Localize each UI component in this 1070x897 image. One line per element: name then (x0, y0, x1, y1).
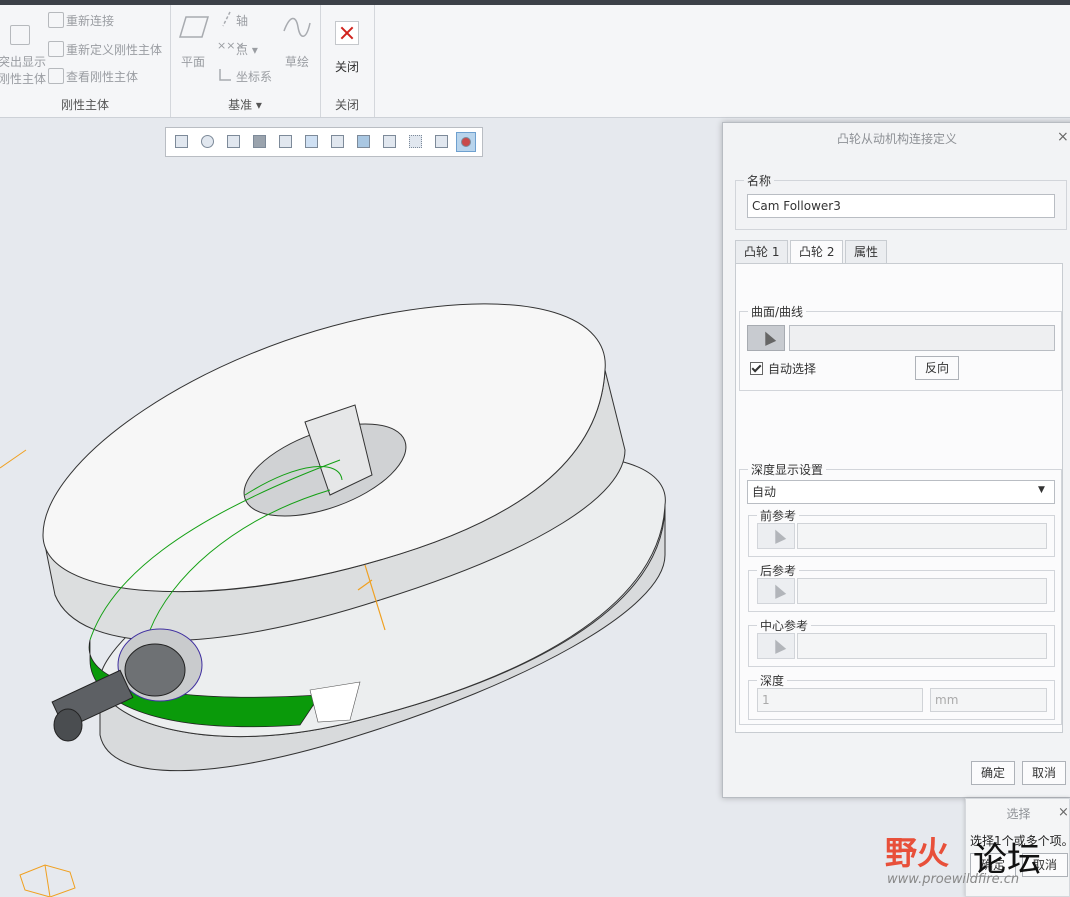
depth-mode-select[interactable]: 自动 (747, 480, 1055, 504)
auto-select-label: 自动选择 (768, 362, 817, 376)
graphics-toolbar (165, 127, 483, 157)
surface-label: 曲面/曲线 (751, 305, 804, 319)
dialog-title: 凸轮从动机构连接定义 (836, 132, 957, 146)
depth-mode-value: 自动 (752, 485, 777, 499)
reconnect-icon (48, 12, 64, 28)
zoom-out-icon[interactable] (198, 132, 216, 150)
chevron-down-icon[interactable]: ▼ (1038, 485, 1045, 495)
highlight-body-label-1[interactable]: 突出显示 (0, 53, 46, 70)
center-ref-select-button (757, 633, 795, 659)
connection-display-icon[interactable] (456, 132, 476, 152)
sketch-icon (283, 17, 311, 37)
orient-icon[interactable] (250, 132, 268, 150)
cam-follower-dialog: 凸轮从动机构连接定义 × 名称 Cam Follower3 凸轮 1 凸轮 2 … (722, 122, 1070, 798)
name-label: 名称 (747, 174, 772, 188)
point-button[interactable]: 点 ▾ (236, 41, 258, 58)
ok-button[interactable]: 确定 (971, 761, 1015, 785)
csys-display-icon[interactable] (432, 132, 450, 150)
cancel-button[interactable]: 取消 (1022, 761, 1066, 785)
group-label-rigid-body: 刚性主体 (60, 98, 109, 112)
section-icon[interactable] (328, 132, 346, 150)
datum-label: 基准 (228, 98, 253, 112)
appearance-icon[interactable] (354, 132, 372, 150)
select-cursor-icon (769, 582, 787, 599)
watermark-url: www.proewildfire.cn (887, 872, 1020, 887)
reconnect-button[interactable]: 重新连接 (66, 12, 114, 29)
watermark-brand: 野火 (885, 834, 950, 872)
depth-unit-select: mm (930, 688, 1047, 712)
front-ref-label: 前参考 (760, 509, 797, 523)
ribbon-group-rigid-body: 突出显示 刚性主体 重新连接 重新定义刚性主体 查看刚性主体 刚性主体 (0, 5, 171, 117)
ribbon-group-datum: 平面 轴 ××× 点 ▾ 坐标系 草绘 基准 ▾ (170, 5, 321, 117)
display-style-icon[interactable] (302, 132, 320, 150)
depth-settings-label: 深度显示设置 (751, 463, 824, 477)
group-label-close: 关闭 (334, 98, 359, 112)
plane-button[interactable]: 平面 (181, 53, 205, 70)
tab-cam-2[interactable]: 凸轮 2 (790, 240, 844, 264)
tab-cam-1[interactable]: 凸轮 1 (735, 240, 789, 263)
select-cursor-icon (759, 329, 777, 346)
sketch-button[interactable]: 草绘 (285, 53, 309, 70)
repaint-icon[interactable] (224, 132, 242, 150)
name-input[interactable]: Cam Follower3 (747, 194, 1055, 218)
center-ref-label: 中心参考 (760, 619, 809, 633)
plane-icon (178, 16, 210, 38)
axis-button[interactable]: 轴 (236, 12, 248, 29)
surface-select-button[interactable] (747, 325, 785, 351)
front-ref-collector (797, 523, 1047, 549)
axis-icon (222, 11, 231, 27)
default-csys-icon (19, 864, 76, 897)
depth-value-input: 1 (757, 688, 923, 712)
flip-button[interactable]: 反向 (915, 356, 959, 380)
point-label: 点 (236, 43, 249, 57)
csys-icon (219, 69, 231, 81)
view-body-icon (48, 68, 64, 84)
plane-display-icon[interactable] (380, 132, 398, 150)
back-ref-select-button (757, 578, 795, 604)
redefine-body-icon (48, 41, 64, 57)
datum-axis-left (0, 449, 27, 469)
select-cursor-icon (769, 527, 787, 544)
saved-views-icon[interactable] (276, 132, 294, 150)
highlight-body-icon (10, 25, 30, 45)
group-label-datum[interactable]: 基准 ▾ (170, 96, 320, 113)
depth-label: 深度 (760, 674, 785, 688)
view-body-button[interactable]: 查看刚性主体 (66, 68, 138, 85)
back-ref-label: 后参考 (760, 564, 797, 578)
csys-button[interactable]: 坐标系 (236, 68, 272, 85)
forum-watermark: 野火 论坛 www.proewildfire.cn (885, 818, 1065, 893)
model-viewport[interactable] (0, 160, 720, 897)
auto-select-checkbox[interactable] (750, 362, 763, 375)
highlight-body-label-2[interactable]: 刚性主体 (0, 70, 46, 87)
surface-collector[interactable] (789, 325, 1055, 351)
back-ref-collector (797, 578, 1047, 604)
ribbon: 突出显示 刚性主体 重新连接 重新定义刚性主体 查看刚性主体 刚性主体 平面 轴… (0, 5, 1070, 118)
tab-properties[interactable]: 属性 (845, 240, 888, 263)
redefine-body-button[interactable]: 重新定义刚性主体 (66, 41, 162, 58)
front-ref-select-button (757, 523, 795, 549)
select-cursor-icon (769, 637, 787, 654)
dialog-close-button[interactable]: × (1057, 129, 1069, 145)
close-button[interactable]: 关闭 (335, 58, 359, 75)
refit-icon[interactable] (172, 132, 190, 150)
center-ref-collector (797, 633, 1047, 659)
point-display-icon[interactable] (406, 132, 424, 150)
close-icon[interactable] (335, 21, 359, 45)
